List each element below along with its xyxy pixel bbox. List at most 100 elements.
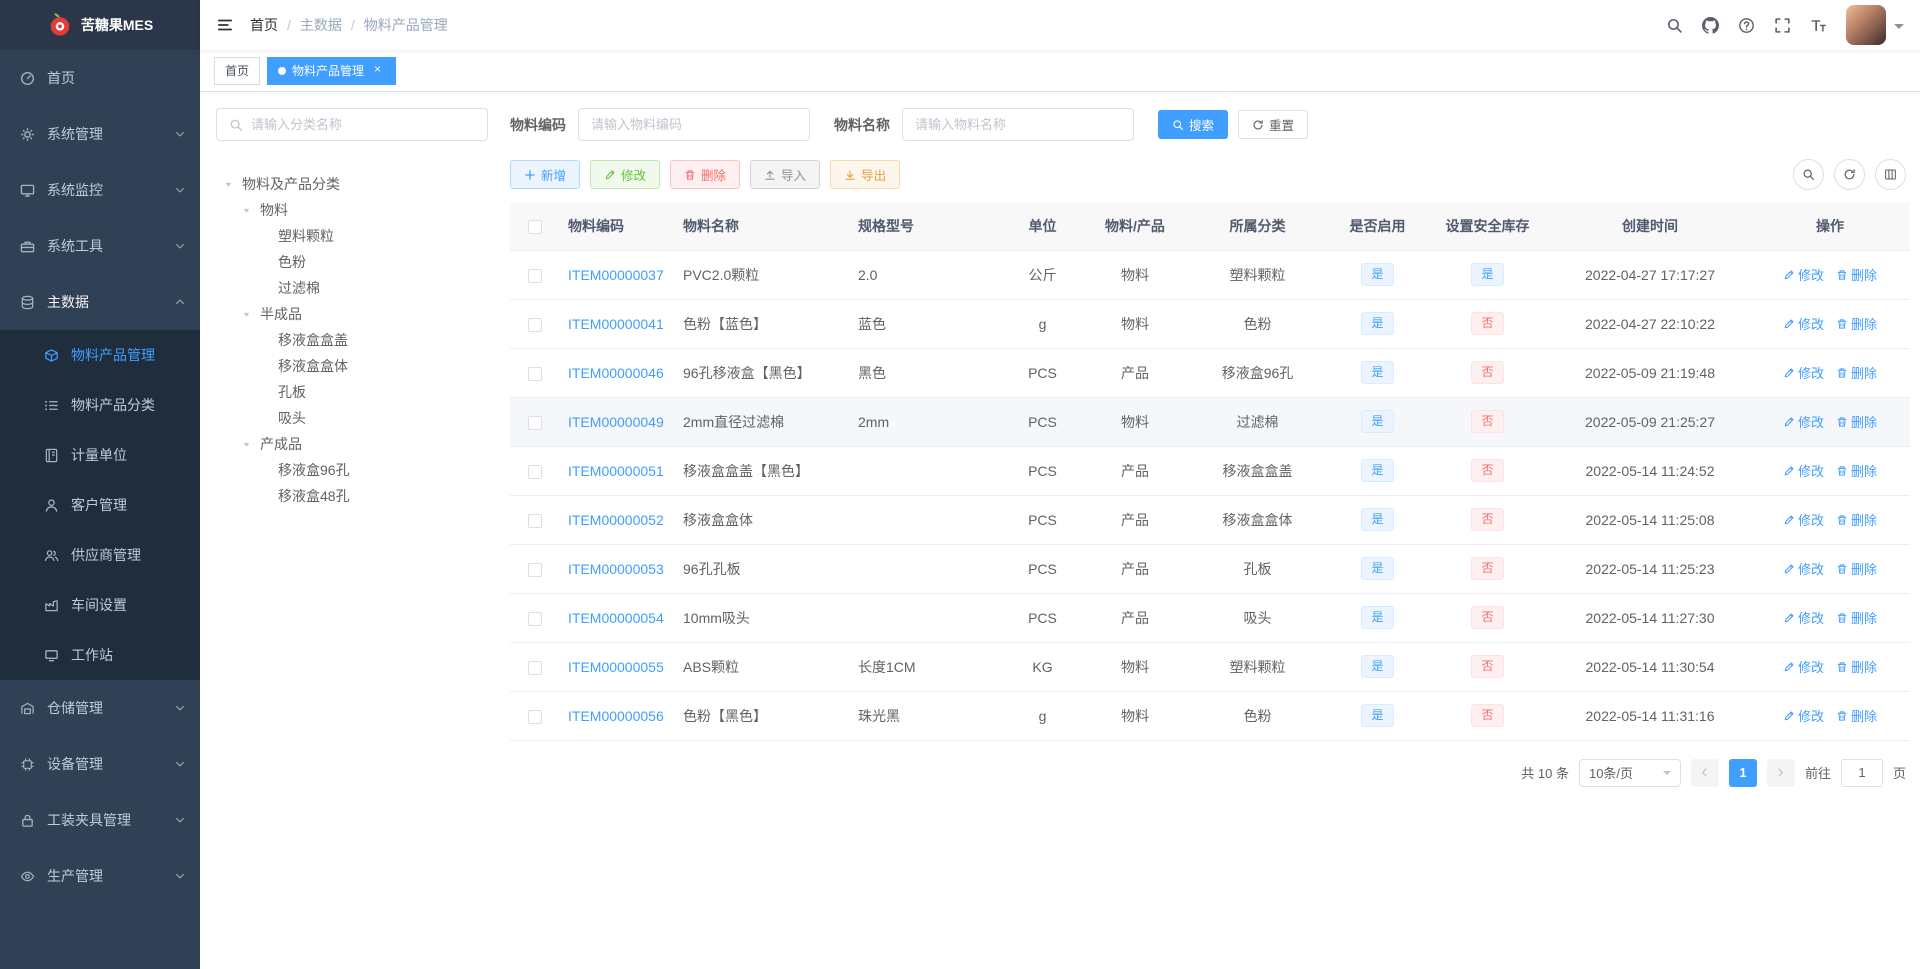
row-edit-link[interactable]: 修改 bbox=[1783, 510, 1824, 529]
close-tab-icon[interactable]: × bbox=[370, 63, 385, 78]
github-button[interactable] bbox=[1692, 0, 1728, 50]
row-checkbox[interactable] bbox=[528, 660, 542, 675]
app-logo[interactable]: 苦糖果MES bbox=[0, 0, 200, 50]
grid-toggle-button[interactable] bbox=[1875, 159, 1906, 190]
sidebar-item[interactable]: 计量单位 bbox=[0, 430, 200, 480]
row-edit-link[interactable]: 修改 bbox=[1783, 412, 1824, 431]
tree-node[interactable]: 过滤棉 bbox=[216, 275, 488, 301]
row-delete-link[interactable]: 删除 bbox=[1836, 314, 1877, 333]
tree-node[interactable]: 半成品 bbox=[216, 301, 488, 327]
breadcrumb-item[interactable]: 首页 bbox=[250, 15, 278, 35]
row-checkbox[interactable] bbox=[528, 464, 542, 479]
row-delete-link[interactable]: 删除 bbox=[1836, 363, 1877, 382]
sidebar-item[interactable]: 生产管理 bbox=[0, 848, 200, 904]
row-delete-link[interactable]: 删除 bbox=[1836, 461, 1877, 480]
tab-物料产品管理[interactable]: 物料产品管理 × bbox=[267, 56, 397, 85]
material-code-link[interactable]: ITEM00000049 bbox=[568, 414, 664, 430]
goto-page-input[interactable] bbox=[1840, 758, 1883, 787]
material-code-link[interactable]: ITEM00000052 bbox=[568, 512, 664, 528]
user-menu[interactable] bbox=[1846, 5, 1904, 45]
tree-node[interactable]: 塑料颗粒 bbox=[216, 223, 488, 249]
search-button[interactable] bbox=[1656, 0, 1692, 50]
sidebar-item[interactable]: 物料产品管理 bbox=[0, 330, 200, 380]
reset-button[interactable]: 重置 bbox=[1238, 110, 1309, 139]
page-number-1[interactable]: 1 bbox=[1728, 758, 1757, 787]
tab-首页[interactable]: 首页 bbox=[214, 56, 261, 85]
select-all-checkbox[interactable] bbox=[528, 219, 542, 234]
sidebar-item[interactable]: 首页 bbox=[0, 50, 200, 106]
caret-down-icon[interactable] bbox=[242, 436, 260, 452]
sidebar-item[interactable]: 供应商管理 bbox=[0, 530, 200, 580]
row-delete-link[interactable]: 删除 bbox=[1836, 265, 1877, 284]
material-code-link[interactable]: ITEM00000041 bbox=[568, 316, 664, 332]
row-delete-link[interactable]: 删除 bbox=[1836, 412, 1877, 431]
新增-button[interactable]: 新增 bbox=[510, 160, 581, 189]
filter-input-0[interactable] bbox=[578, 108, 810, 141]
material-code-link[interactable]: ITEM00000051 bbox=[568, 463, 664, 479]
tree-node[interactable]: 移液盒48孔 bbox=[216, 483, 488, 509]
sidebar-item[interactable]: 工装夹具管理 bbox=[0, 792, 200, 848]
material-code-link[interactable]: ITEM00000054 bbox=[568, 610, 664, 626]
tree-node[interactable]: 移液盒盒盖 bbox=[216, 327, 488, 353]
sidebar-item[interactable]: 客户管理 bbox=[0, 480, 200, 530]
refresh-toggle-button[interactable] bbox=[1834, 159, 1865, 190]
tree-node[interactable]: 物料 bbox=[216, 197, 488, 223]
row-edit-link[interactable]: 修改 bbox=[1783, 559, 1824, 578]
row-edit-link[interactable]: 修改 bbox=[1783, 706, 1824, 725]
material-code-link[interactable]: ITEM00000037 bbox=[568, 267, 664, 283]
sidebar-item[interactable]: 物料产品分类 bbox=[0, 380, 200, 430]
material-code-link[interactable]: ITEM00000046 bbox=[568, 365, 664, 381]
caret-down-icon[interactable] bbox=[242, 306, 260, 322]
row-edit-link[interactable]: 修改 bbox=[1783, 363, 1824, 382]
search-toggle-button[interactable] bbox=[1793, 159, 1824, 190]
breadcrumb-item[interactable]: 主数据 bbox=[300, 15, 342, 35]
question-button[interactable] bbox=[1728, 0, 1764, 50]
row-delete-link[interactable]: 删除 bbox=[1836, 510, 1877, 529]
row-checkbox[interactable] bbox=[528, 562, 542, 577]
sidebar-item[interactable]: 系统工具 bbox=[0, 218, 200, 274]
导入-button[interactable]: 导入 bbox=[750, 160, 821, 189]
修改-button[interactable]: 修改 bbox=[590, 160, 661, 189]
sidebar-item[interactable]: 车间设置 bbox=[0, 580, 200, 630]
next-page-button[interactable] bbox=[1766, 758, 1795, 787]
row-edit-link[interactable]: 修改 bbox=[1783, 657, 1824, 676]
sidebar-item[interactable]: 设备管理 bbox=[0, 736, 200, 792]
row-edit-link[interactable]: 修改 bbox=[1783, 461, 1824, 480]
search-button[interactable]: 搜索 bbox=[1158, 110, 1229, 139]
caret-down-icon[interactable] bbox=[242, 202, 260, 218]
row-delete-link[interactable]: 删除 bbox=[1836, 608, 1877, 627]
tree-node[interactable]: 移液盒96孔 bbox=[216, 457, 488, 483]
filter-input-1[interactable] bbox=[902, 108, 1134, 141]
breadcrumb-item[interactable]: 物料产品管理 bbox=[364, 15, 448, 35]
category-search-input[interactable] bbox=[251, 117, 475, 132]
row-checkbox[interactable] bbox=[528, 317, 542, 332]
删除-button[interactable]: 删除 bbox=[670, 160, 741, 189]
tree-node[interactable]: 物料及产品分类 bbox=[216, 171, 488, 197]
sidebar-item[interactable]: 仓储管理 bbox=[0, 680, 200, 736]
page-size-select[interactable]: 10条/页 bbox=[1578, 758, 1681, 787]
row-delete-link[interactable]: 删除 bbox=[1836, 559, 1877, 578]
row-checkbox[interactable] bbox=[528, 366, 542, 381]
row-edit-link[interactable]: 修改 bbox=[1783, 314, 1824, 333]
material-code-link[interactable]: ITEM00000055 bbox=[568, 659, 664, 675]
导出-button[interactable]: 导出 bbox=[830, 160, 901, 189]
material-code-link[interactable]: ITEM00000056 bbox=[568, 708, 664, 724]
sidebar-toggle-button[interactable] bbox=[200, 0, 250, 50]
row-checkbox[interactable] bbox=[528, 709, 542, 724]
row-checkbox[interactable] bbox=[528, 415, 542, 430]
material-code-link[interactable]: ITEM00000053 bbox=[568, 561, 664, 577]
row-edit-link[interactable]: 修改 bbox=[1783, 265, 1824, 284]
tree-node[interactable]: 孔板 bbox=[216, 379, 488, 405]
row-edit-link[interactable]: 修改 bbox=[1783, 608, 1824, 627]
tree-node[interactable]: 产成品 bbox=[216, 431, 488, 457]
font-size-button[interactable] bbox=[1800, 0, 1836, 50]
sidebar-item[interactable]: 工作站 bbox=[0, 630, 200, 680]
sidebar-item[interactable]: 系统监控 bbox=[0, 162, 200, 218]
row-delete-link[interactable]: 删除 bbox=[1836, 657, 1877, 676]
tree-node[interactable]: 移液盒盒体 bbox=[216, 353, 488, 379]
row-delete-link[interactable]: 删除 bbox=[1836, 706, 1877, 725]
sidebar-item[interactable]: 系统管理 bbox=[0, 106, 200, 162]
caret-down-icon[interactable] bbox=[224, 176, 242, 192]
fullscreen-button[interactable] bbox=[1764, 0, 1800, 50]
row-checkbox[interactable] bbox=[528, 268, 542, 283]
